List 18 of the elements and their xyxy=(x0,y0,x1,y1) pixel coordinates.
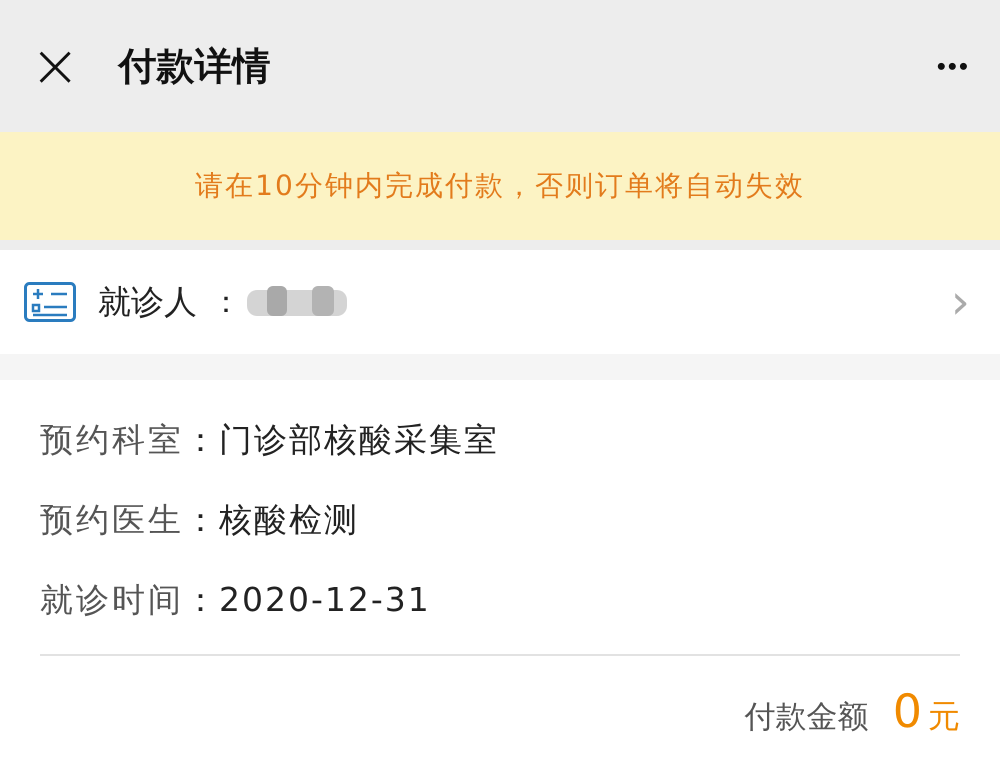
detail-value: ：门诊部核酸采集室 xyxy=(184,418,499,460)
detail-label: 预约科室 xyxy=(40,418,184,460)
page-title: 付款详情 xyxy=(118,42,272,90)
amount-unit: 元 xyxy=(928,696,960,737)
card-icon xyxy=(24,282,76,322)
detail-value: ：2020-12-31 xyxy=(184,578,431,620)
colon: ： xyxy=(211,284,241,322)
patient-row[interactable]: 就诊人 ： › xyxy=(0,250,1000,354)
patient-label: 就诊人 xyxy=(98,280,197,322)
detail-label: 就诊时间 xyxy=(40,578,184,620)
detail-label: 预约医生 xyxy=(40,498,184,540)
close-button[interactable]: × xyxy=(30,36,80,96)
notice-text: 请在10分钟内完成付款，否则订单将自动失效 xyxy=(195,168,805,204)
detail-value: ：核酸检测 xyxy=(184,498,359,540)
amount-label: 付款金额 xyxy=(744,698,869,737)
more-button[interactable]: ••• xyxy=(936,50,970,82)
chevron-icon: › xyxy=(950,278,970,326)
amount-value: 0 xyxy=(892,684,922,738)
